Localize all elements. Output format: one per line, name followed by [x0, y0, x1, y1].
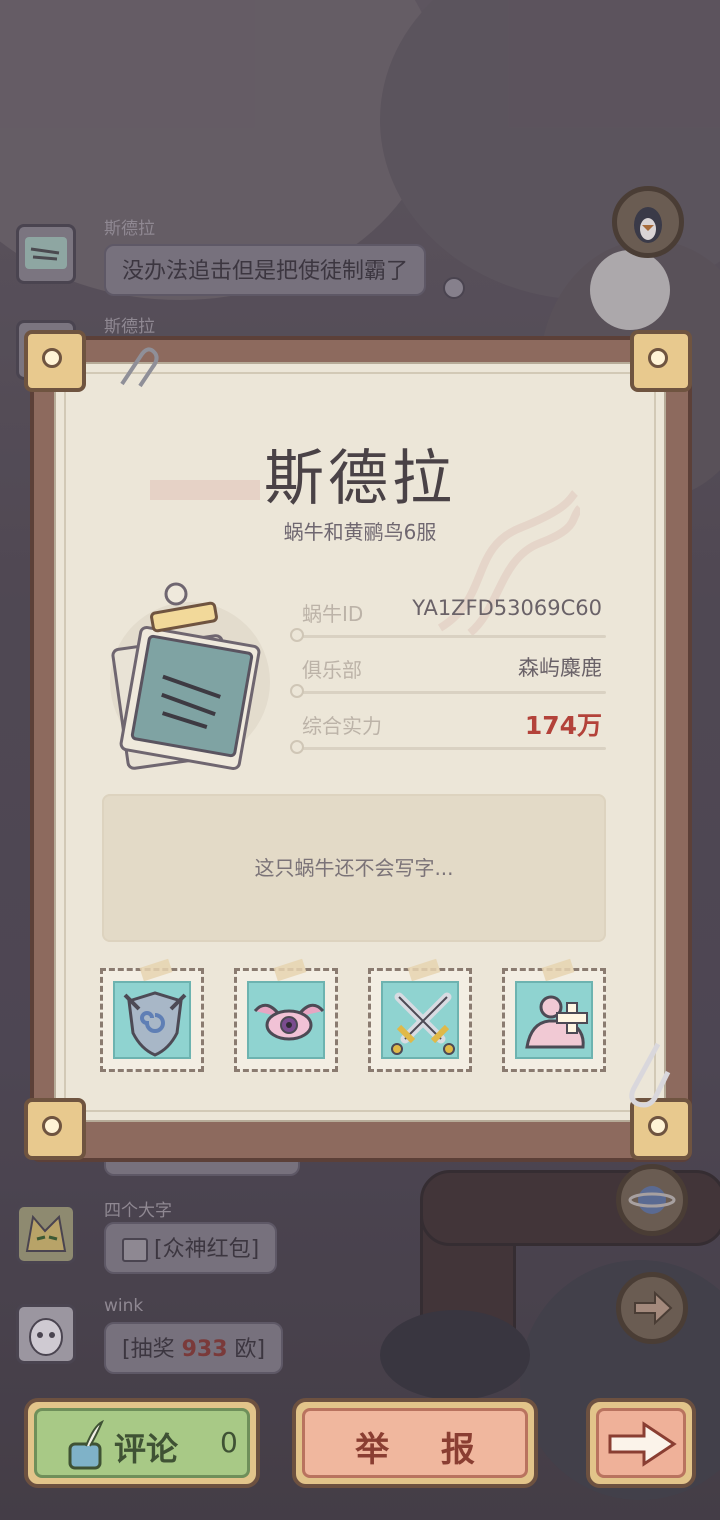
player-avatar-photo: [100, 572, 290, 772]
lottery-bubble[interactable]: [抽奖 933 欧]: [104, 1322, 284, 1374]
chat-username: 斯德拉: [104, 317, 155, 337]
info-row-snail-id: 蜗牛ID YA1ZFD53069C60: [290, 586, 606, 642]
snail-id-label: 蜗牛ID: [302, 602, 364, 626]
paperclip-icon: [629, 1042, 671, 1108]
chat-avatar[interactable]: [16, 1204, 76, 1264]
snail-id-value[interactable]: YA1ZFD53069C60: [412, 596, 602, 620]
frame-corner: [24, 330, 86, 392]
penguin-button[interactable]: [612, 186, 684, 258]
ink-quill-icon: [68, 1419, 104, 1470]
power-value: 174万: [524, 711, 602, 740]
shield-icon: [123, 991, 187, 1057]
player-name: 斯德拉: [264, 444, 456, 514]
server-name: 蜗牛和黄鹂鸟6服: [283, 520, 437, 544]
red-packet-text: [众神红包]: [154, 1237, 260, 1262]
frame-corner: [24, 1098, 86, 1160]
comment-button[interactable]: 评论 0: [24, 1398, 260, 1488]
chat-username: wink: [104, 1296, 144, 1316]
winged-eye-badge[interactable]: [234, 958, 338, 1072]
club-value[interactable]: 森屿麋鹿: [518, 652, 602, 682]
gift-icon: [122, 1238, 148, 1262]
report-button[interactable]: 举 报: [292, 1398, 538, 1488]
signature-box: 这只蜗牛还不会写字...: [102, 794, 606, 942]
chat-username: 四个大字: [104, 1201, 172, 1221]
crossed-swords-badge[interactable]: [368, 958, 472, 1072]
info-row-club: 俱乐部 森屿麋鹿: [290, 642, 606, 698]
lottery-prefix: [抽奖: [122, 1337, 182, 1362]
arrow-right-icon: [608, 1421, 677, 1467]
planet-button[interactable]: [616, 1164, 688, 1236]
comment-label: 评论: [114, 1430, 179, 1468]
lottery-suffix: 欧]: [227, 1337, 266, 1362]
lottery-amount: 933: [181, 1337, 228, 1362]
next-button[interactable]: [586, 1398, 696, 1488]
info-row-power: 综合实力 174万: [290, 698, 606, 754]
more-icon[interactable]: [442, 276, 466, 300]
comment-count: 0: [220, 1426, 238, 1459]
red-packet-bubble[interactable]: [众神红包]: [104, 1222, 278, 1274]
power-label: 综合实力: [302, 714, 382, 738]
snail-heal-badge[interactable]: [502, 958, 606, 1072]
paperclip-icon: [120, 347, 159, 388]
shield-badge[interactable]: [100, 958, 204, 1072]
club-label: 俱乐部: [302, 658, 362, 682]
report-label: 举 报: [355, 1430, 495, 1470]
winged-eye-icon: [253, 1003, 325, 1041]
chat-username: 斯德拉: [104, 219, 155, 239]
chat-message-bubble[interactable]: 没办法追击但是把使徒制霸了: [104, 244, 427, 296]
snail-heal-icon: [525, 995, 588, 1049]
arrow-side-button[interactable]: [616, 1272, 688, 1344]
chat-avatar[interactable]: [16, 1304, 76, 1364]
chat-avatar[interactable]: [16, 224, 76, 284]
frame-corner: [630, 330, 692, 392]
signature-text: 这只蜗牛还不会写字...: [254, 856, 454, 880]
crossed-swords-icon: [391, 992, 455, 1055]
